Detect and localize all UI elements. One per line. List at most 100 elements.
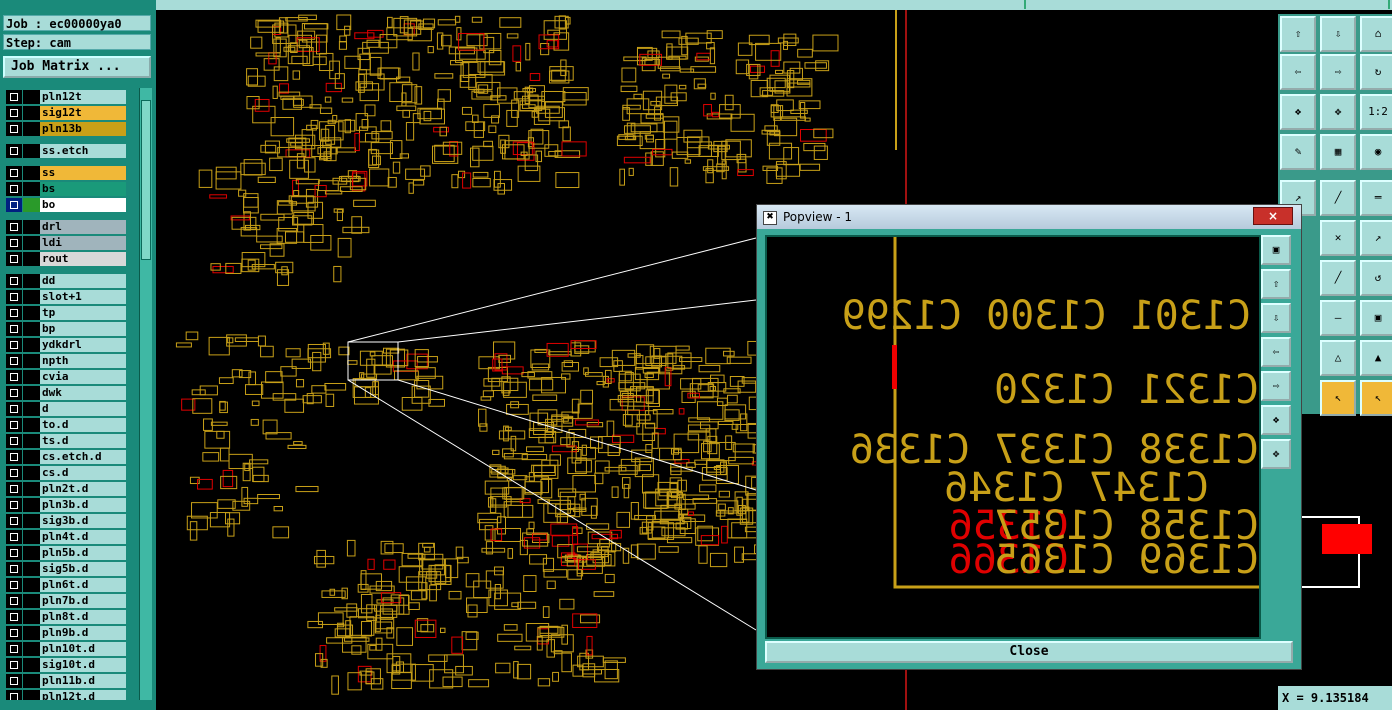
layer-name[interactable]: bo [40, 198, 126, 212]
layer-color-swatch[interactable] [23, 658, 40, 672]
zoom-up-icon[interactable]: ⇧ [1280, 16, 1316, 52]
scrollbar-thumb[interactable] [141, 100, 151, 260]
layer-checkbox[interactable] [6, 106, 22, 120]
layer-color-swatch[interactable] [23, 236, 40, 250]
layer-row[interactable]: pln5b.d [6, 546, 126, 560]
layer-color-swatch[interactable] [23, 122, 40, 136]
layer-row[interactable]: cs.etch.d [6, 450, 126, 464]
layer-list-scrollbar[interactable] [139, 88, 152, 700]
ruler-icon[interactable]: ═ [1360, 180, 1392, 216]
layer-color-swatch[interactable] [23, 106, 40, 120]
layer-name[interactable]: to.d [40, 418, 126, 432]
slash-tool-icon[interactable]: ╱ [1320, 260, 1356, 296]
grid-icon[interactable]: ▦ [1320, 134, 1356, 170]
layer-name[interactable]: sig10t.d [40, 658, 126, 672]
layer-row[interactable]: pln9b.d [6, 626, 126, 640]
layer-color-swatch[interactable] [23, 674, 40, 688]
layer-row[interactable]: sig5b.d [6, 562, 126, 576]
layer-row[interactable]: pln4t.d [6, 530, 126, 544]
pointer-alt-icon[interactable]: ↖ [1360, 380, 1392, 416]
pan-right-icon[interactable]: ⇨ [1320, 54, 1356, 90]
layer-name[interactable]: drl [40, 220, 126, 234]
layer-name[interactable]: pln8t.d [40, 610, 126, 624]
layer-row[interactable]: pln13b [6, 122, 126, 136]
layer-row[interactable]: pln2t.d [6, 482, 126, 496]
layer-checkbox[interactable] [6, 562, 22, 576]
layer-checkbox[interactable] [6, 290, 22, 304]
layer-checkbox[interactable] [6, 434, 22, 448]
layer-color-swatch[interactable] [23, 434, 40, 448]
layer-name[interactable]: cs.d [40, 466, 126, 480]
layer-color-swatch[interactable] [23, 610, 40, 624]
layer-color-swatch[interactable] [23, 482, 40, 496]
layer-color-swatch[interactable] [23, 402, 40, 416]
layer-color-swatch[interactable] [23, 182, 40, 196]
layer-row[interactable]: bs [6, 182, 126, 196]
layer-color-swatch[interactable] [23, 514, 40, 528]
job-matrix-button[interactable]: Job Matrix ... [3, 56, 151, 78]
layer-row[interactable]: pln3b.d [6, 498, 126, 512]
layer-color-swatch[interactable] [23, 354, 40, 368]
layer-row[interactable]: npth [6, 354, 126, 368]
layer-checkbox[interactable] [6, 306, 22, 320]
layer-color-swatch[interactable] [23, 498, 40, 512]
layer-row[interactable]: dwk [6, 386, 126, 400]
layer-color-swatch[interactable] [23, 562, 40, 576]
layer-row[interactable]: tp [6, 306, 126, 320]
popview-left-icon[interactable]: ⇦ [1261, 337, 1291, 367]
layer-checkbox[interactable] [6, 690, 22, 700]
layer-checkbox[interactable] [6, 594, 22, 608]
layer-color-swatch[interactable] [23, 198, 40, 212]
layer-name[interactable]: pln10t.d [40, 642, 126, 656]
layer-color-swatch[interactable] [23, 166, 40, 180]
snap-icon[interactable]: ↗ [1360, 220, 1392, 256]
layer-checkbox[interactable] [6, 482, 22, 496]
layer-name[interactable]: sig3b.d [40, 514, 126, 528]
layer-checkbox[interactable] [6, 514, 22, 528]
layer-row[interactable]: pln7b.d [6, 594, 126, 608]
layer-checkbox[interactable] [6, 220, 22, 234]
layer-row[interactable]: ss.etch [6, 144, 126, 158]
layer-row[interactable]: ts.d [6, 434, 126, 448]
cross-icon[interactable]: ✕ [1320, 220, 1356, 256]
layer-color-swatch[interactable] [23, 90, 40, 104]
layer-name[interactable]: pln12t.d [40, 690, 126, 700]
layer-checkbox[interactable] [6, 182, 22, 196]
popview-center-icon[interactable]: ✥ [1261, 439, 1291, 469]
layer-row[interactable]: ydkdrl [6, 338, 126, 352]
pointer-icon[interactable]: ↖ [1320, 380, 1356, 416]
layer-color-swatch[interactable] [23, 626, 40, 640]
layer-checkbox[interactable] [6, 274, 22, 288]
layer-color-swatch[interactable] [23, 220, 40, 234]
layer-name[interactable]: cs.etch.d [40, 450, 126, 464]
layer-checkbox[interactable] [6, 626, 22, 640]
layer-row[interactable]: pln11b.d [6, 674, 126, 688]
layer-color-swatch[interactable] [23, 530, 40, 544]
layer-color-swatch[interactable] [23, 418, 40, 432]
layer-name[interactable]: pln5b.d [40, 546, 126, 560]
layer-name[interactable]: pln11b.d [40, 674, 126, 688]
layer-name[interactable]: ts.d [40, 434, 126, 448]
layer-row[interactable]: pln10t.d [6, 642, 126, 656]
popview-down-icon[interactable]: ⇩ [1261, 303, 1291, 333]
layer-color-swatch[interactable] [23, 466, 40, 480]
popview-close-button[interactable]: Close [765, 641, 1293, 663]
popview-title-bar[interactable]: ✖ Popview - 1 × [757, 205, 1301, 229]
layer-checkbox[interactable] [6, 610, 22, 624]
layer-name[interactable]: ss [40, 166, 126, 180]
layer-checkbox[interactable] [6, 674, 22, 688]
layer-color-swatch[interactable] [23, 322, 40, 336]
layer-name[interactable]: sig12t [40, 106, 126, 120]
popview-zoom-view[interactable]: C1301 C1300 C1299 C1321 C1320 C1338 C133… [765, 235, 1261, 639]
popview-right-icon[interactable]: ⇨ [1261, 371, 1291, 401]
layer-name[interactable]: sig5b.d [40, 562, 126, 576]
layer-name[interactable]: pln13b [40, 122, 126, 136]
layer-color-swatch[interactable] [23, 642, 40, 656]
layer-name[interactable]: pln6t.d [40, 578, 126, 592]
layer-checkbox[interactable] [6, 90, 22, 104]
layer-row[interactable]: bp [6, 322, 126, 336]
popview-up-icon[interactable]: ⇧ [1261, 269, 1291, 299]
layer-row[interactable]: pln6t.d [6, 578, 126, 592]
layer-checkbox[interactable] [6, 386, 22, 400]
layer-row[interactable]: pln12t.d [6, 690, 126, 700]
